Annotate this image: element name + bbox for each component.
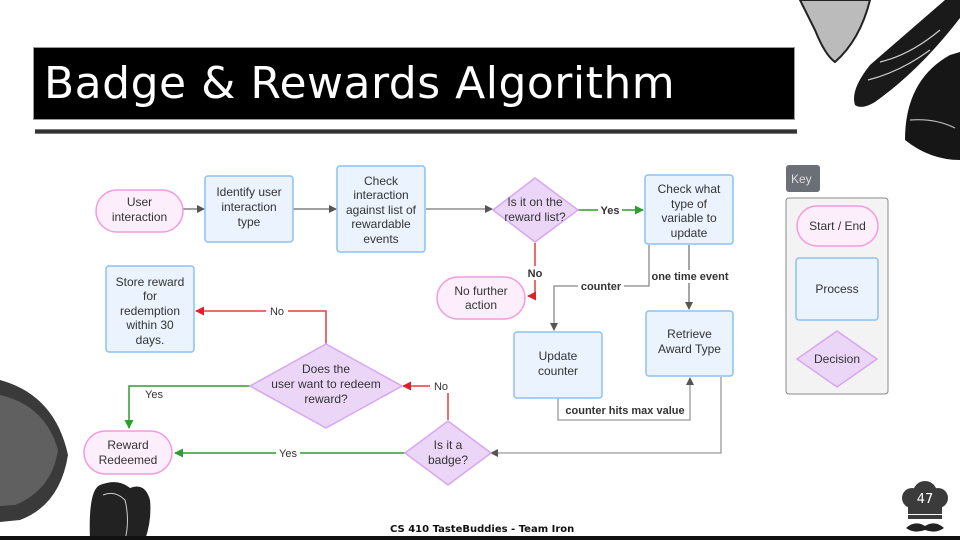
node-store-reward: Store reward for redemption within 30 da…	[105, 265, 195, 353]
edge-label-counter: counter	[581, 281, 622, 293]
node-reward-redeemed: Reward Redeemed	[83, 430, 173, 475]
node-update-counter: Update counter	[513, 331, 603, 399]
node-text: User	[127, 195, 152, 209]
bread-illustration-top-right	[798, 0, 960, 160]
node-text: redemption	[120, 304, 180, 318]
node-text: Retrieve	[667, 327, 712, 341]
node-text: against list of	[346, 203, 417, 217]
node-text: No further	[454, 284, 507, 298]
node-on-reward-list: Is it on the reward list?	[491, 177, 580, 243]
node-text: within 30	[125, 318, 174, 332]
node-text: Is it on the	[507, 195, 563, 209]
node-text: reward list?	[504, 210, 566, 224]
flowchart: Yes No counter one time event counter hi…	[0, 0, 960, 540]
node-text: badge?	[428, 453, 468, 467]
node-text: reward?	[304, 392, 348, 406]
legend: Key Start / End Process Decision	[785, 165, 889, 395]
node-text: for	[143, 289, 157, 303]
edge-label-redeem-yes: Yes	[145, 389, 163, 401]
footer-text: CS 410 TasteBuddies - Team Iron	[390, 524, 575, 535]
node-text: rewardable	[351, 217, 411, 231]
edge-label-counter-max: counter hits max value	[565, 405, 684, 417]
legend-item-label: Decision	[814, 352, 860, 366]
node-want-redeem: Does the user want to redeem reward?	[248, 343, 404, 429]
edge-label-badge-yes: Yes	[279, 448, 297, 460]
node-text: Update	[539, 349, 578, 363]
edge-label-badge-no: No	[434, 381, 448, 393]
node-text: events	[363, 232, 398, 246]
mustache-icon	[906, 523, 944, 532]
node-text: interaction	[221, 200, 276, 214]
edge-label-reward-list-yes: Yes	[601, 205, 620, 217]
edge-redeem-no	[195, 306, 327, 344]
node-identify-type: Identify user interaction type	[204, 175, 294, 243]
node-check-variable: Check what type of variable to update	[644, 174, 734, 245]
legend-item-label: Process	[815, 282, 858, 296]
bottom-rule	[0, 536, 960, 540]
node-retrieve-award: Retrieve Award Type	[645, 310, 734, 377]
node-text: interaction	[112, 210, 167, 224]
page-number: 47	[917, 492, 934, 507]
chef-hat-icon: 47	[902, 481, 948, 532]
node-text: days.	[136, 333, 165, 347]
node-text: counter	[538, 364, 578, 378]
node-text: type of	[671, 197, 708, 211]
node-text: Reward	[107, 438, 148, 452]
node-no-further-action: No further action	[436, 276, 526, 320]
node-text: Store reward	[116, 275, 185, 289]
node-text: Award Type	[658, 342, 721, 356]
edge-label-reward-list-no: No	[528, 268, 543, 280]
legend-item-label: Start / End	[809, 219, 866, 233]
node-text: user want to redeem	[271, 377, 380, 391]
legend-item-process: Process	[795, 257, 879, 321]
legend-header-text: Key	[791, 172, 812, 186]
node-text: Is it a	[434, 438, 463, 452]
node-text: Identify user	[216, 185, 281, 199]
node-text: type	[238, 215, 261, 229]
edge-label-one-time-event: one time event	[651, 271, 728, 283]
node-is-badge: Is it a badge?	[403, 420, 493, 486]
node-text: Check what	[658, 182, 721, 196]
node-check-interaction: Check interaction against list of reward…	[336, 165, 426, 253]
node-text: update	[671, 226, 708, 240]
legend-item-start-end: Start / End	[796, 205, 879, 247]
edge-label-redeem-no: No	[270, 306, 284, 318]
node-text: Redeemed	[99, 453, 158, 467]
node-user-interaction: User interaction	[95, 189, 184, 233]
node-text: Does the	[302, 362, 350, 376]
node-text: interaction	[353, 188, 408, 202]
node-text: variable to	[661, 211, 717, 225]
node-text: Check	[364, 174, 399, 188]
node-text: action	[465, 298, 497, 312]
